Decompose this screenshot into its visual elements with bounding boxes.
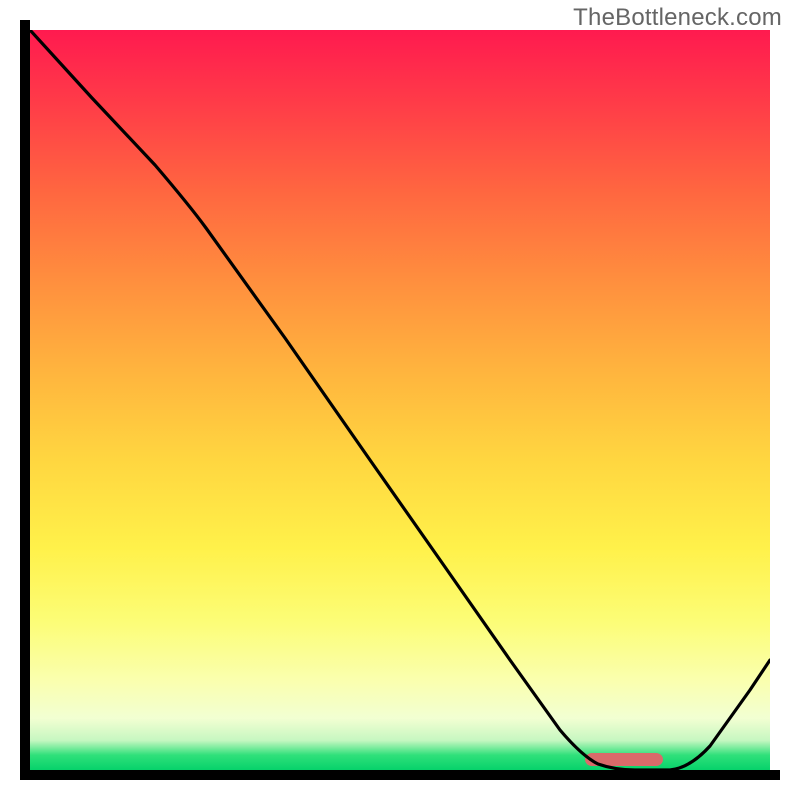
bottleneck-curve bbox=[30, 30, 770, 770]
watermark-text: TheBottleneck.com bbox=[573, 4, 782, 32]
chart-overlay bbox=[30, 30, 770, 770]
axis-left bbox=[20, 20, 30, 780]
chart-frame bbox=[30, 30, 770, 770]
axis-bottom bbox=[20, 770, 780, 780]
